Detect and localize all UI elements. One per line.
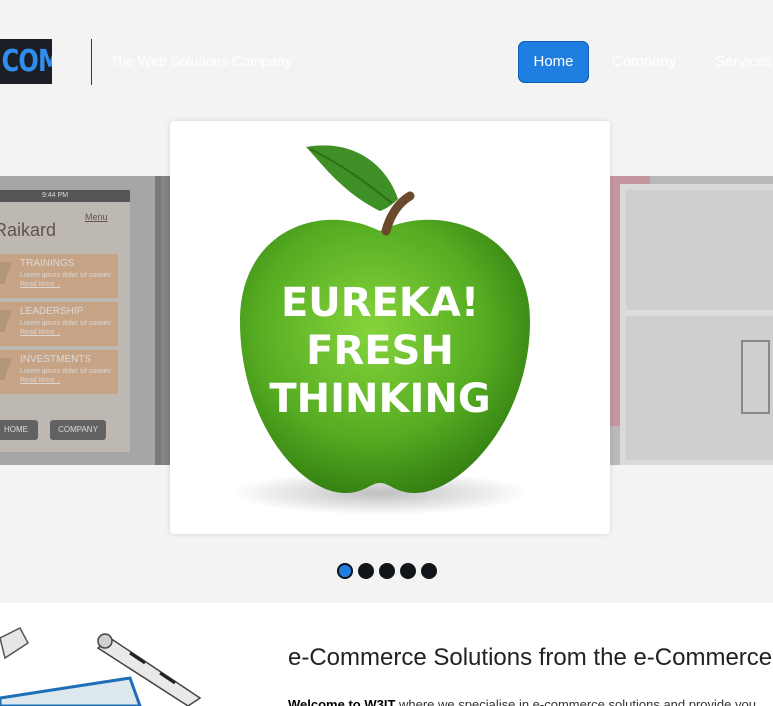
carousel-slide-current[interactable]: EUREKA! FRESH THINKING: [170, 121, 610, 534]
nav-services[interactable]: Services: [715, 41, 773, 83]
blueprint-illustration: [0, 627, 202, 706]
carousel-dot[interactable]: [421, 563, 437, 579]
intro-bold: Welcome to W3IT: [288, 697, 396, 706]
carousel-dot[interactable]: [379, 563, 395, 579]
logo-text: COM: [1, 44, 52, 79]
slide-dim-overlay: [610, 176, 773, 465]
section-heading: e-Commerce Solutions from the e-Commerce: [288, 644, 773, 671]
logo[interactable]: COM: [0, 39, 52, 84]
slide-dim-overlay: [0, 176, 170, 465]
slide-headline-line3: THINKING: [269, 376, 490, 422]
intro-text: where we specialise in e-commerce soluti…: [395, 697, 756, 706]
section-intro: Welcome to W3IT where we specialise in e…: [288, 697, 756, 706]
nav-company[interactable]: Company: [612, 41, 676, 83]
carousel-dot[interactable]: [400, 563, 416, 579]
carousel-slide-prev[interactable]: 9:44 PM Raikard Menu TRAININGS Lorem ips…: [0, 176, 170, 465]
slide-headline-line1: EUREKA!: [281, 280, 479, 326]
tagline: The Web Solutions Company: [110, 53, 292, 69]
carousel-slide-next[interactable]: [610, 176, 773, 465]
nav-home[interactable]: Home: [518, 41, 589, 83]
logo-divider: [91, 39, 92, 85]
carousel-dot[interactable]: [358, 563, 374, 579]
content-section: e-Commerce Solutions from the e-Commerce…: [0, 603, 773, 706]
carousel-dot[interactable]: [337, 563, 353, 579]
slide-headline-line2: FRESH: [306, 328, 454, 374]
green-apple-image: EUREKA! FRESH THINKING: [230, 145, 530, 515]
